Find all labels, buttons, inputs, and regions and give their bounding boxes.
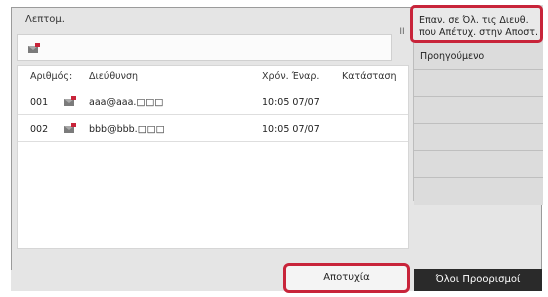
row-start-time: 10:05 07/07 xyxy=(262,97,320,108)
column-header-status: Κατάσταση xyxy=(342,71,397,82)
row-start-time: 10:05 07/07 xyxy=(262,124,320,135)
destination-table: Αριθμός: Διεύθυνση Χρόν. Έναρ. Κατάσταση… xyxy=(17,65,409,249)
action-menu: Επαν. σε Όλ. τις Διευθ. που Απέτυχ. στην… xyxy=(410,5,543,205)
column-header-address: Διεύθυνση xyxy=(89,71,139,82)
column-header-start-time: Χρόν. Έναρ. xyxy=(262,71,320,82)
row-address: aaa@aaa.□□□ xyxy=(89,97,164,108)
menu-item-empty xyxy=(414,124,543,151)
menu-item-empty xyxy=(414,178,543,205)
column-header-number: Αριθμός: xyxy=(30,71,73,82)
email-fax-icon xyxy=(63,95,77,110)
row-number: 001 xyxy=(30,97,49,108)
email-fax-icon xyxy=(27,42,41,54)
page-title: Λεπτομ. xyxy=(25,14,65,25)
email-fax-icon xyxy=(63,122,77,137)
menu-item-empty xyxy=(414,97,543,124)
table-row[interactable]: 002 bbb@bbb.□□□ 10:05 07/07 xyxy=(18,114,408,142)
menu-item-empty xyxy=(414,151,543,178)
row-number: 002 xyxy=(30,124,49,135)
all-destinations-button[interactable]: Όλοι Προορισμοί xyxy=(414,269,542,291)
menu-item-resend-failed[interactable]: Επαν. σε Όλ. τις Διευθ. που Απέτυχ. στην… xyxy=(410,5,543,43)
scroll-handle[interactable]: II xyxy=(397,24,407,40)
menu-item-previous[interactable]: Προηγούμενο xyxy=(414,43,543,70)
icon-bar xyxy=(17,34,392,61)
failed-button[interactable]: Αποτυχία xyxy=(283,263,410,293)
table-row[interactable]: 001 aaa@aaa.□□□ 10:05 07/07 xyxy=(18,87,408,115)
row-address: bbb@bbb.□□□ xyxy=(89,124,165,135)
menu-item-empty xyxy=(414,70,543,97)
